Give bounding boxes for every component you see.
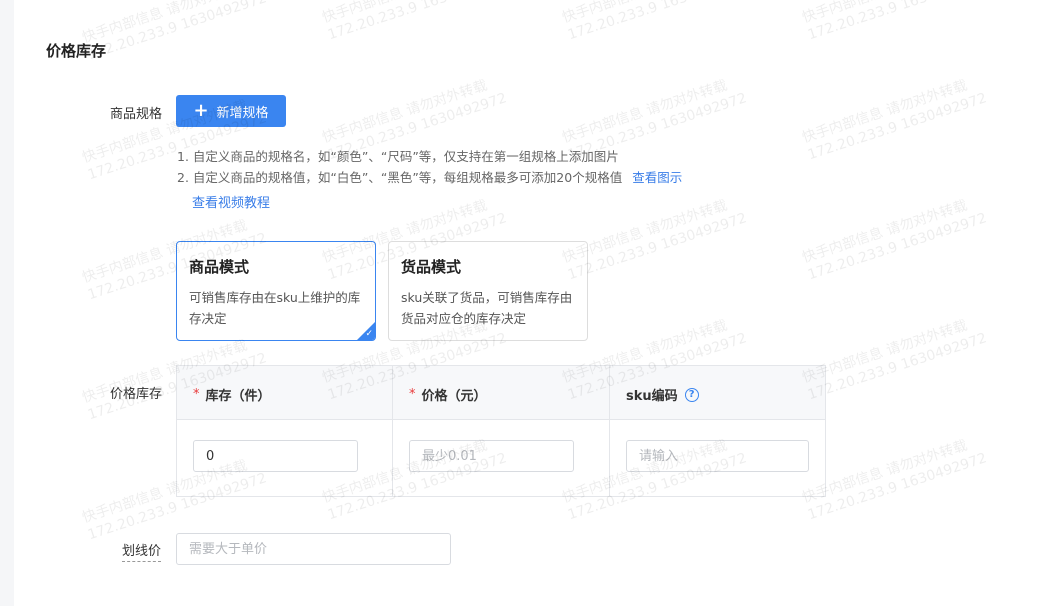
spec-label: 商品规格 (109, 107, 162, 122)
view-example-link[interactable]: 查看图示 (632, 167, 682, 188)
column-price: * 价格（元） (393, 366, 610, 496)
spec-tips: 1. 自定义商品的规格名，如“颜色”、“尺码”等，仅支持在第一组规格上添加图片 … (177, 146, 682, 188)
mode-card-desc: sku关联了货品，可销售库存由货品对应仓的库存决定 (401, 290, 573, 326)
mode-card-inventory[interactable]: 货品模式 sku关联了货品，可销售库存由货品对应仓的库存决定 (388, 241, 588, 341)
column-title: 价格（元） (421, 389, 487, 404)
question-circle-icon[interactable]: ? (684, 387, 699, 402)
mode-card-title: 货品模式 (401, 258, 462, 276)
check-icon: ✓ (365, 329, 373, 339)
column-header-price: * 价格（元） (409, 385, 487, 404)
add-spec-button[interactable]: + 新增规格 (176, 95, 286, 127)
strike-price-input[interactable] (176, 533, 451, 565)
sku-input[interactable] (626, 440, 809, 472)
column-title: sku编码 (626, 389, 678, 404)
column-sku: sku编码 ? (610, 366, 825, 496)
required-mark: * (409, 387, 416, 402)
section-title: 价格库存 (46, 42, 107, 60)
price-input[interactable] (409, 440, 574, 472)
price-stock-table: * 库存（件） * 价格（元） sku编码 ? (176, 365, 826, 497)
column-header-sku: sku编码 ? (626, 385, 699, 404)
price-stock-label: 价格库存 (109, 387, 162, 402)
video-tutorial-link[interactable]: 查看视频教程 (192, 192, 270, 211)
spec-tip-2: 2. 自定义商品的规格值，如“白色”、“黑色”等，每组规格最多可添加20个规格值 (177, 170, 623, 185)
add-spec-button-label: 新增规格 (216, 105, 269, 121)
stock-input[interactable] (193, 440, 358, 472)
spec-tip-2-row: 2. 自定义商品的规格值，如“白色”、“黑色”等，每组规格最多可添加20个规格值… (177, 167, 682, 188)
column-stock: * 库存（件） (177, 366, 393, 496)
column-title: 库存（件） (205, 389, 271, 404)
mode-card-goods[interactable]: 商品模式 可销售库存由在sku上维护的库存决定 ✓ (176, 241, 376, 341)
mode-card-title: 商品模式 (189, 258, 250, 276)
strike-price-label: 划线价 (122, 540, 162, 562)
spec-tip-1: 1. 自定义商品的规格名，如“颜色”、“尺码”等，仅支持在第一组规格上添加图片 (177, 149, 619, 164)
column-header-stock: * 库存（件） (193, 385, 271, 404)
plus-icon: + (193, 100, 209, 121)
mode-card-desc: 可销售库存由在sku上维护的库存决定 (189, 290, 361, 326)
required-mark: * (193, 387, 200, 402)
